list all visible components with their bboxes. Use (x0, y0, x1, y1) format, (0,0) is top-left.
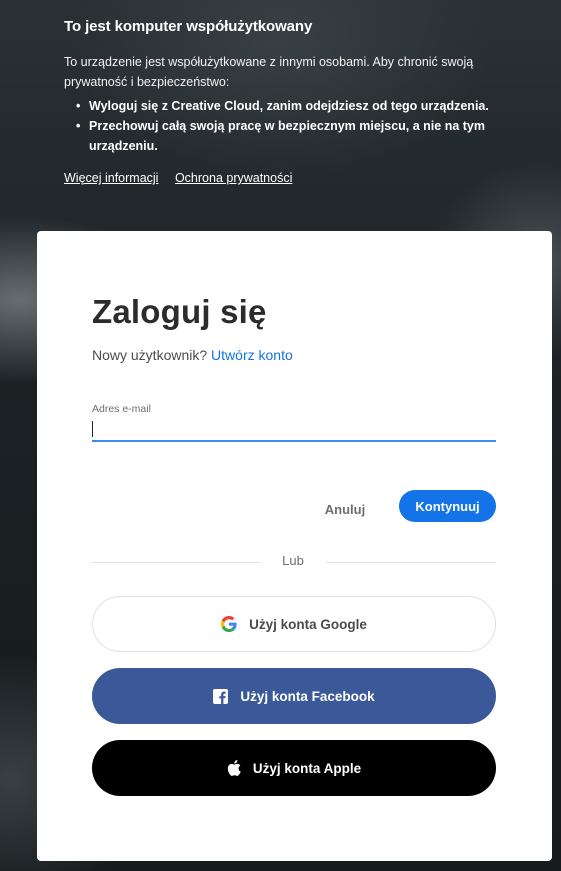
new-user-text: Nowy użytkownik? (92, 347, 208, 363)
notice-title: To jest komputer współużytkowany (64, 18, 313, 35)
notice-list: Wyloguj się z Creative Cloud, zanim odej… (64, 96, 504, 156)
google-signin-button[interactable]: Użyj konta Google (92, 596, 496, 652)
new-user-row: Nowy użytkownik? Utwórz konto (92, 347, 293, 363)
email-label: Adres e-mail (92, 403, 151, 415)
shared-computer-notice: To jest komputer współużytkowany To urzą… (64, 18, 504, 185)
page-title: Zaloguj się (92, 293, 267, 330)
divider-line-right (326, 562, 496, 563)
apple-button-label: Użyj konta Apple (252, 760, 362, 776)
signin-card: Zaloguj się Nowy użytkownik? Utwórz kont… (37, 231, 552, 861)
more-info-link[interactable]: Więcej informacji (64, 171, 158, 185)
facebook-icon (213, 688, 229, 704)
google-button-label: Użyj konta Google (249, 616, 367, 632)
divider-line-left (92, 562, 260, 563)
apple-signin-button[interactable]: Użyj konta Apple (92, 740, 496, 796)
privacy-link[interactable]: Ochrona prywatności (175, 171, 292, 185)
or-divider: Lub (92, 553, 496, 571)
divider-text: Lub (282, 553, 304, 568)
facebook-signin-button[interactable]: Użyj konta Facebook (92, 668, 496, 724)
cancel-button[interactable]: Anuluj (310, 495, 380, 523)
notice-item-store-work: Przechowuj całą swoją pracę w bezpieczny… (76, 116, 504, 156)
create-account-link[interactable]: Utwórz konto (211, 347, 293, 363)
google-icon (221, 616, 237, 632)
notice-links: Więcej informacji Ochrona prywatności (64, 171, 504, 185)
facebook-button-label: Użyj konta Facebook (240, 688, 375, 704)
apple-icon (227, 760, 241, 776)
text-caret (92, 421, 93, 437)
notice-text: To urządzenie jest współużytkowane z inn… (64, 55, 474, 89)
continue-button[interactable]: Kontynuuj (399, 490, 496, 522)
notice-item-logout: Wyloguj się z Creative Cloud, zanim odej… (76, 96, 504, 116)
email-field[interactable] (92, 418, 496, 442)
